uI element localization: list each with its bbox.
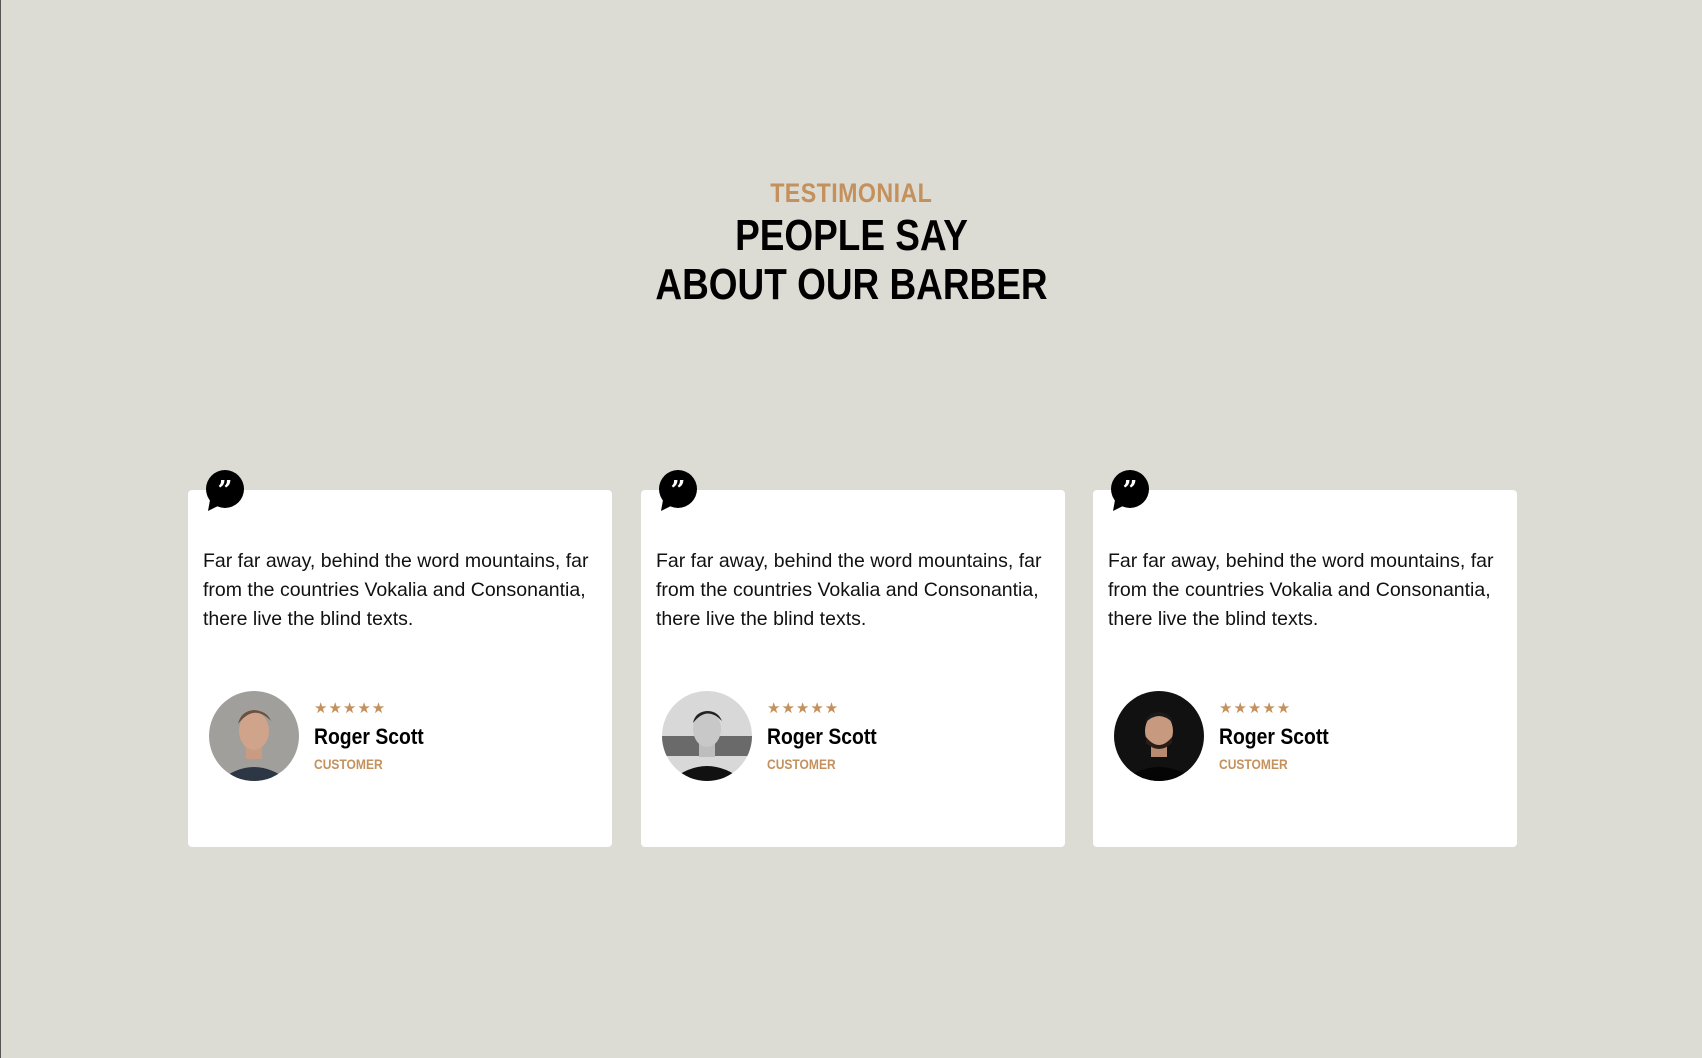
section-subtitle: TESTIMONIAL	[770, 178, 933, 208]
customer-role: CUSTOMER	[767, 756, 836, 772]
testimonial-text: Far far away, behind the word mountains,…	[203, 550, 589, 630]
section-heading: TESTIMONIAL PEOPLE SAY ABOUT OUR BARBER	[1, 178, 1702, 307]
quote-icon: ”	[1111, 470, 1149, 511]
rating-stars: ★★★★★	[314, 700, 387, 717]
svg-text:”: ”	[218, 476, 233, 506]
customer-name: Roger Scott	[314, 724, 424, 749]
section-title-line2: ABOUT OUR BARBER	[655, 260, 1048, 309]
customer-name: Roger Scott	[1219, 724, 1329, 749]
avatar	[1114, 691, 1204, 781]
svg-text:”: ”	[1123, 476, 1138, 506]
testimonial-card: ” Far far away, behind the word mountain…	[641, 470, 1065, 847]
customer-role: CUSTOMER	[314, 756, 383, 772]
testimonial-card: ” Far far away, behind the word mountain…	[188, 470, 612, 847]
quote-icon: ”	[206, 470, 244, 511]
testimonial-text: Far far away, behind the word mountains,…	[656, 550, 1042, 630]
section-title-line1: PEOPLE SAY	[735, 211, 968, 260]
quote-icon: ”	[659, 470, 697, 511]
customer-name: Roger Scott	[767, 724, 877, 749]
rating-stars: ★★★★★	[767, 700, 840, 717]
avatar	[662, 691, 752, 781]
rating-stars: ★★★★★	[1219, 700, 1292, 717]
testimonial-text: Far far away, behind the word mountains,…	[1108, 550, 1494, 630]
customer-role: CUSTOMER	[1219, 756, 1288, 772]
testimonial-card: ” Far far away, behind the word mountain…	[1093, 470, 1517, 847]
svg-text:”: ”	[671, 476, 686, 506]
avatar	[209, 691, 299, 781]
